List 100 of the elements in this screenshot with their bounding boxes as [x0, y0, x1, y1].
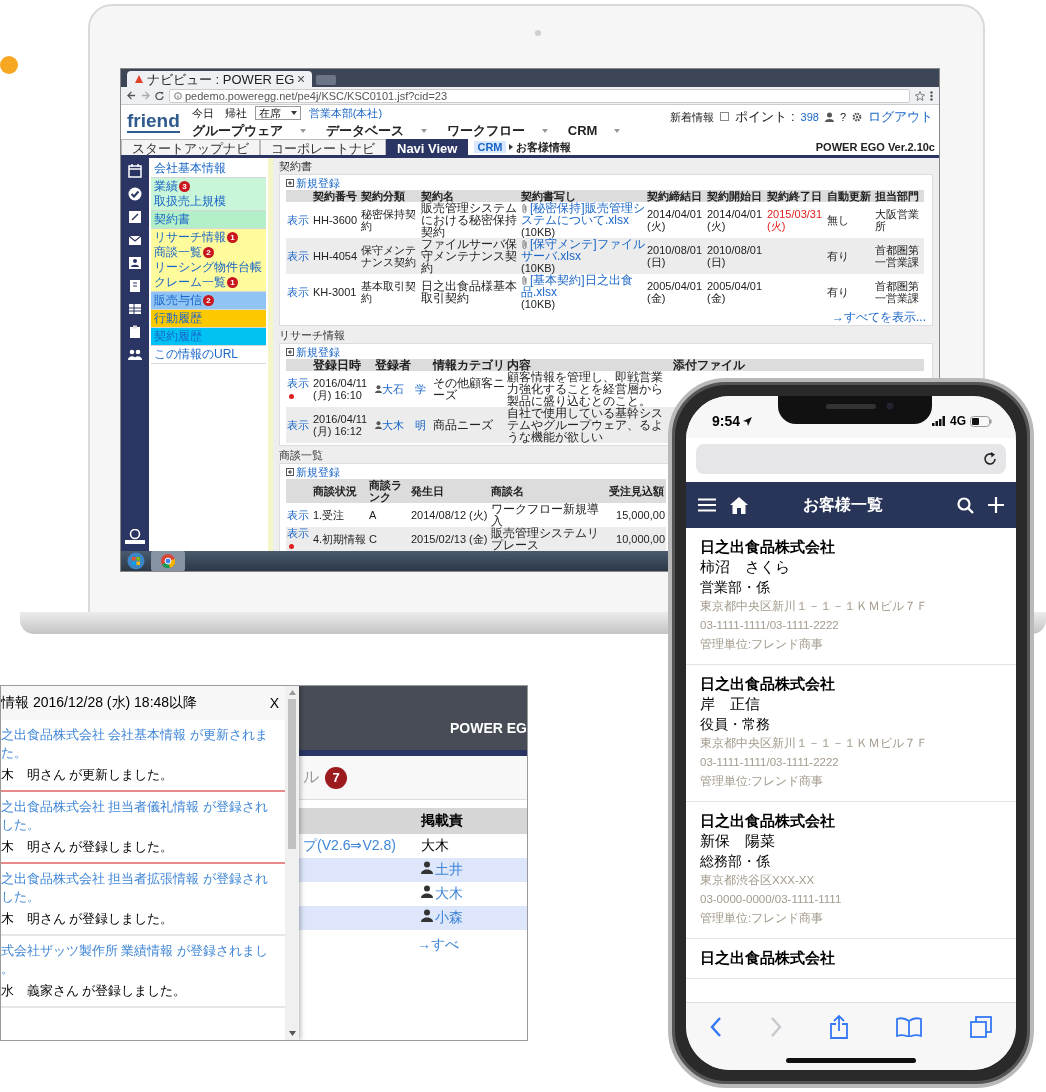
address-field[interactable]: pedemo.poweregg.net/pe4j/KSC/KSC0101.jsf?cid=23 — [169, 88, 910, 103]
calendar-icon[interactable] — [128, 164, 142, 178]
caret-icon — [299, 128, 306, 133]
note-icon[interactable] — [128, 210, 142, 224]
side-menu-item[interactable]: 業績 — [154, 180, 178, 193]
gear-icon[interactable] — [852, 111, 862, 122]
person-icon[interactable] — [824, 111, 834, 122]
show-all-link[interactable]: →すべ — [299, 936, 527, 954]
show-all-link[interactable]: →すべてを表示... — [832, 311, 926, 323]
reload-icon[interactable] — [982, 451, 998, 467]
column-header: 契約番号 — [312, 190, 360, 202]
logo-icon[interactable] — [124, 529, 146, 545]
help-link[interactable]: ? — [839, 110, 846, 123]
customer-list-item[interactable]: 日之出食品株式会社 新保 陽菜 総務部・係 東京都渋谷区XXX-XX 03-0000-0000/03-1111-1111 管理単位:フレンド商事 — [686, 802, 1016, 939]
menu-icon[interactable] — [698, 498, 716, 512]
side-menu-item[interactable]: リーシング物件台帳 — [154, 261, 263, 274]
side-menu-item[interactable]: 契約書 — [154, 213, 263, 226]
home-icon[interactable] — [730, 496, 748, 514]
back-icon[interactable] — [710, 1016, 722, 1037]
table-cell: 1.受注 — [312, 503, 368, 527]
close-icon[interactable] — [298, 76, 305, 82]
reload-icon[interactable] — [155, 91, 164, 100]
person-link[interactable]: 小森 — [435, 909, 463, 925]
check-icon[interactable] — [128, 187, 142, 201]
people-icon[interactable] — [128, 348, 142, 362]
view-link[interactable]: 表示 — [287, 214, 309, 226]
view-link[interactable]: 表示 — [287, 509, 309, 521]
menu-item[interactable]: グループウェア — [191, 123, 306, 138]
table-cell: HH-3600 — [312, 202, 360, 238]
share-icon[interactable] — [830, 1014, 848, 1039]
side-menu-item[interactable]: クレーム一覧 — [154, 276, 226, 289]
add-icon[interactable] — [988, 497, 1004, 513]
column-header: 担当部門 — [874, 190, 924, 202]
file-link[interactable]: [秘密保持]販売管理システムについて.xlsx — [521, 202, 645, 226]
side-menu-item[interactable]: 取扱売上規模 — [154, 195, 263, 208]
notification-link[interactable]: 之出食品株式会社 会社基本情報 が更新されま た。 — [1, 726, 285, 762]
scrollbar-thumb[interactable] — [288, 699, 296, 849]
nav-tab[interactable]: スタートアップナビ — [121, 139, 260, 155]
title-link[interactable]: プ(V2.6⇒V2.8) — [299, 834, 417, 858]
user-link[interactable]: 大石 学 — [382, 383, 426, 395]
customer-list-item[interactable]: 日之出食品株式会社 — [686, 939, 1016, 979]
side-menu-item[interactable]: 行動履歴 — [154, 312, 263, 325]
add-link[interactable]: 新規登録 — [296, 346, 340, 358]
column-header: 情報カテゴリ — [432, 359, 506, 371]
bookmarks-icon[interactable] — [896, 1016, 922, 1037]
browser-tab[interactable]: ナビビュー : POWER EG — [127, 71, 313, 87]
id-card-icon[interactable] — [128, 256, 142, 270]
info-icon — [174, 91, 182, 100]
breadcrumb-link[interactable]: CRM — [474, 141, 506, 153]
logout-link[interactable]: ログアウト — [868, 109, 933, 124]
column-header: 契約名 — [420, 190, 520, 202]
start-icon[interactable] — [127, 552, 145, 570]
mail-icon[interactable] — [128, 233, 142, 247]
customer-list-item[interactable]: 日之出食品株式会社 岸 正信 役員・常務 東京都中央区新川１－１－１ＫＭビル７Ｆ 03-1111-1111/03-1111-2222 管理単位:フレンド商事 — [686, 665, 1016, 802]
tabs-icon[interactable] — [970, 1015, 992, 1038]
side-menu-item[interactable]: この情報のURL — [154, 348, 263, 361]
points-link[interactable]: 398 — [800, 110, 819, 123]
menu-item[interactable]: データベース — [325, 123, 427, 138]
person-link[interactable]: 土井 — [435, 861, 463, 877]
customer-list-item[interactable]: 日之出食品株式会社 柿沼 さくら 営業部・係 東京都中央区新川１－１－１ＫＭビル７Ｆ 03-1111-1111/03-1111-2222 管理単位:フレンド商事 — [686, 528, 1016, 665]
camera-icon — [535, 30, 541, 36]
kebab-menu-icon[interactable] — [930, 90, 933, 101]
view-link[interactable]: 表示 — [287, 377, 309, 389]
nav-tab[interactable]: コーポレートナビ — [260, 139, 386, 155]
side-menu-item[interactable]: 会社基本情報 — [154, 162, 263, 175]
clipboard-icon[interactable] — [128, 325, 142, 339]
book-icon[interactable] — [128, 279, 142, 293]
star-icon[interactable] — [915, 90, 925, 101]
table-cell: 10,000,00 — [608, 527, 666, 551]
file-link[interactable]: [基本契約]日之出食品.xlsx — [521, 274, 645, 298]
add-link[interactable]: 新規登録 — [296, 466, 340, 478]
column-header: 契約開始日 — [706, 190, 766, 202]
side-menu-item[interactable]: リサーチ情報 — [154, 231, 226, 244]
table-cell: 2016/04/11 (月) 16:10 — [312, 371, 374, 407]
menu-item[interactable]: ワークフロー — [446, 123, 548, 138]
close-button[interactable]: X — [269, 695, 279, 711]
nav-tab[interactable]: Navi View — [386, 139, 469, 155]
person-link[interactable]: 大木 — [435, 885, 463, 901]
taskbar-app-button[interactable] — [151, 551, 185, 571]
table-icon[interactable] — [128, 302, 142, 316]
department-link[interactable]: 営業本部(本社) — [308, 107, 383, 119]
file-link[interactable]: [保守メンテ]ファイルサーバ.xlsx — [521, 238, 645, 262]
home-indicator[interactable] — [786, 1057, 916, 1063]
view-link[interactable]: 表示 — [287, 286, 309, 298]
notification-link[interactable]: 之出食品株式会社 担当者拡張情報 が登録され した。 — [1, 870, 285, 906]
side-menu-item[interactable]: 商談一覧 — [154, 246, 202, 259]
count-badge: 1 — [227, 277, 238, 288]
notification-link[interactable]: 式会社ザッツ製作所 業績情報 が登録されまし 。 — [1, 942, 285, 978]
add-link[interactable]: 新規登録 — [296, 177, 340, 189]
table-cell: 首都圏第一営業課 — [874, 238, 924, 274]
side-menu-item[interactable]: 販売与信 — [154, 294, 202, 307]
table-cell: 有り — [826, 238, 874, 274]
back-icon[interactable] — [127, 91, 136, 100]
menu-item[interactable]: CRM — [567, 123, 621, 138]
presence-select[interactable]: 在席 — [254, 106, 301, 120]
search-icon[interactable] — [957, 496, 974, 514]
notification-link[interactable]: 之出食品株式会社 担当者儀礼情報 が登録され した。 — [1, 798, 285, 834]
checkbox[interactable] — [720, 112, 730, 121]
scroll-down-icon[interactable] — [288, 1031, 296, 1036]
scrollbar[interactable] — [285, 686, 299, 1040]
